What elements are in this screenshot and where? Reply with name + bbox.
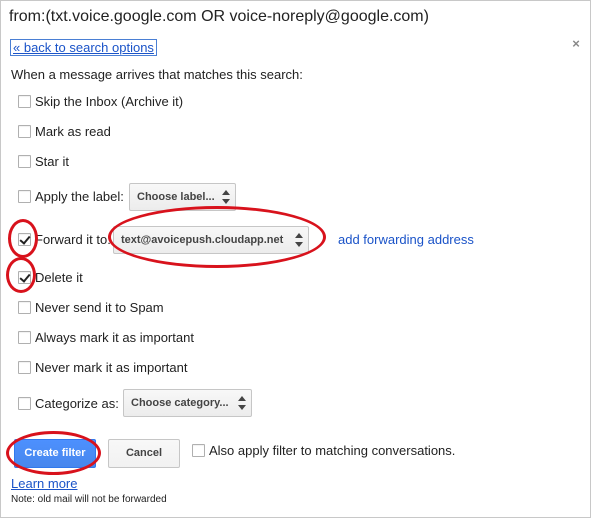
option-apply-label[interactable]: Apply the label: xyxy=(18,186,124,206)
never-spam-checkbox[interactable] xyxy=(18,300,31,314)
apply-existing-checkbox[interactable] xyxy=(192,443,205,457)
back-to-search-options-link[interactable]: « back to search options xyxy=(10,39,157,56)
skip-inbox-checkbox[interactable] xyxy=(18,94,31,108)
skip-inbox-label: Skip the Inbox (Archive it) xyxy=(35,93,184,109)
forward-address-select[interactable]: text@avoicepush.cloudapp.net xyxy=(113,226,309,254)
star-label: Star it xyxy=(35,153,69,169)
never-important-label: Never mark it as important xyxy=(35,359,188,375)
select-arrows-icon xyxy=(295,233,303,247)
select-arrows-icon xyxy=(222,190,230,204)
category-select[interactable]: Choose category... xyxy=(123,389,252,417)
option-never-important[interactable]: Never mark it as important xyxy=(18,357,187,377)
never-spam-label: Never send it to Spam xyxy=(35,299,164,315)
select-arrows-icon xyxy=(238,396,246,410)
label-select[interactable]: Choose label... xyxy=(129,183,236,211)
search-query-input[interactable]: from:(txt.voice.google.com OR voice-nore… xyxy=(0,0,591,34)
apply-label-checkbox[interactable] xyxy=(18,189,31,203)
option-apply-existing[interactable]: Also apply filter to matching conversati… xyxy=(192,440,455,460)
never-important-checkbox[interactable] xyxy=(18,360,31,374)
option-forward[interactable]: Forward it to: xyxy=(18,229,111,249)
label-select-value: Choose label... xyxy=(137,191,215,203)
close-icon[interactable]: × xyxy=(570,37,582,51)
delete-label: Delete it xyxy=(35,269,83,285)
learn-more-link[interactable]: Learn more xyxy=(11,476,77,491)
option-skip-inbox[interactable]: Skip the Inbox (Archive it) xyxy=(18,91,183,111)
forward-label: Forward it to: xyxy=(35,231,111,247)
categorize-checkbox[interactable] xyxy=(18,396,31,410)
create-filter-button[interactable]: Create filter xyxy=(14,439,96,468)
option-always-important[interactable]: Always mark it as important xyxy=(18,327,194,347)
forwarding-note: Note: old mail will not be forwarded xyxy=(11,494,167,505)
delete-checkbox[interactable] xyxy=(18,270,31,284)
add-forwarding-address-link[interactable]: add forwarding address xyxy=(338,232,474,247)
cancel-button[interactable]: Cancel xyxy=(108,439,180,468)
option-mark-read[interactable]: Mark as read xyxy=(18,121,111,141)
mark-read-checkbox[interactable] xyxy=(18,124,31,138)
option-delete[interactable]: Delete it xyxy=(18,267,83,287)
option-never-spam[interactable]: Never send it to Spam xyxy=(18,297,164,317)
apply-label-label: Apply the label: xyxy=(35,188,124,204)
categorize-label: Categorize as: xyxy=(35,395,119,411)
category-select-value: Choose category... xyxy=(131,397,229,409)
option-categorize[interactable]: Categorize as: xyxy=(18,393,119,413)
filter-intro-text: When a message arrives that matches this… xyxy=(11,67,303,82)
always-important-checkbox[interactable] xyxy=(18,330,31,344)
option-star[interactable]: Star it xyxy=(18,151,69,171)
mark-read-label: Mark as read xyxy=(35,123,111,139)
apply-existing-label: Also apply filter to matching conversati… xyxy=(209,442,456,458)
forward-checkbox[interactable] xyxy=(18,232,31,246)
star-checkbox[interactable] xyxy=(18,154,31,168)
forward-address-value: text@avoicepush.cloudapp.net xyxy=(121,234,284,246)
always-important-label: Always mark it as important xyxy=(35,329,194,345)
